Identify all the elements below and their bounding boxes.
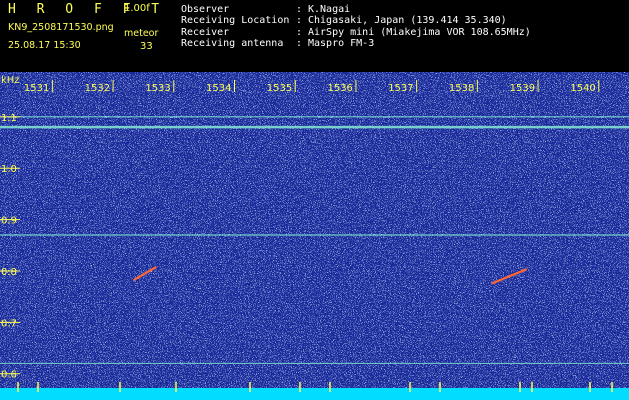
y-tick-label: 0.6 bbox=[1, 370, 17, 381]
x-tick-label: 1540 bbox=[570, 83, 595, 94]
bottom-intensity-bar bbox=[0, 388, 629, 400]
meteor-count: 33 bbox=[140, 41, 153, 52]
y-tick-label: 1.1 bbox=[1, 113, 17, 124]
info-label-location: Receiving Location bbox=[181, 15, 290, 26]
info-colon: : bbox=[296, 15, 303, 26]
y-tick-label: 1.0 bbox=[1, 164, 17, 175]
spectrogram-panel: 1531 1532 1533 1534 1535 1536 1537 1538 1539 1540… bbox=[0, 72, 629, 400]
info-value-antenna: Maspro FM-3 bbox=[308, 38, 375, 49]
info-label-antenna: Receiving antenna bbox=[181, 38, 284, 49]
plot-noise-texture bbox=[0, 72, 629, 400]
version-label: 1.00f bbox=[124, 3, 150, 14]
timestamp-label: 25.08.17 15:30 bbox=[8, 40, 81, 51]
header-panel: H R O F F T 1.00f KN9_2508171530.png 25.… bbox=[0, 0, 629, 72]
info-colon: : bbox=[296, 38, 303, 49]
y-unit-label: kHz bbox=[1, 75, 20, 86]
x-tick-label: 1531 bbox=[24, 83, 49, 94]
x-tick-label: 1536 bbox=[327, 83, 352, 94]
x-tick-label: 1537 bbox=[388, 83, 413, 94]
y-tick-label: 0.9 bbox=[1, 216, 17, 227]
y-tick-label: 0.7 bbox=[1, 318, 17, 329]
x-tick-label: 1538 bbox=[449, 83, 474, 94]
x-tick-label: 1539 bbox=[510, 83, 535, 94]
info-value-location: Chigasaki, Japan (139.414 35.340) bbox=[308, 15, 507, 26]
filename-label: KN9_2508171530.png bbox=[8, 22, 114, 33]
x-tick-label: 1535 bbox=[267, 83, 292, 94]
x-tick-label: 1532 bbox=[85, 83, 110, 94]
meteor-label: meteor bbox=[124, 28, 159, 39]
spectrogram-chart: 1531 1532 1533 1534 1535 1536 1537 1538 1539 1540… bbox=[0, 72, 629, 400]
x-tick-label: 1533 bbox=[145, 83, 170, 94]
y-tick-label: 0.8 bbox=[1, 267, 17, 278]
x-tick-label: 1534 bbox=[206, 83, 231, 94]
